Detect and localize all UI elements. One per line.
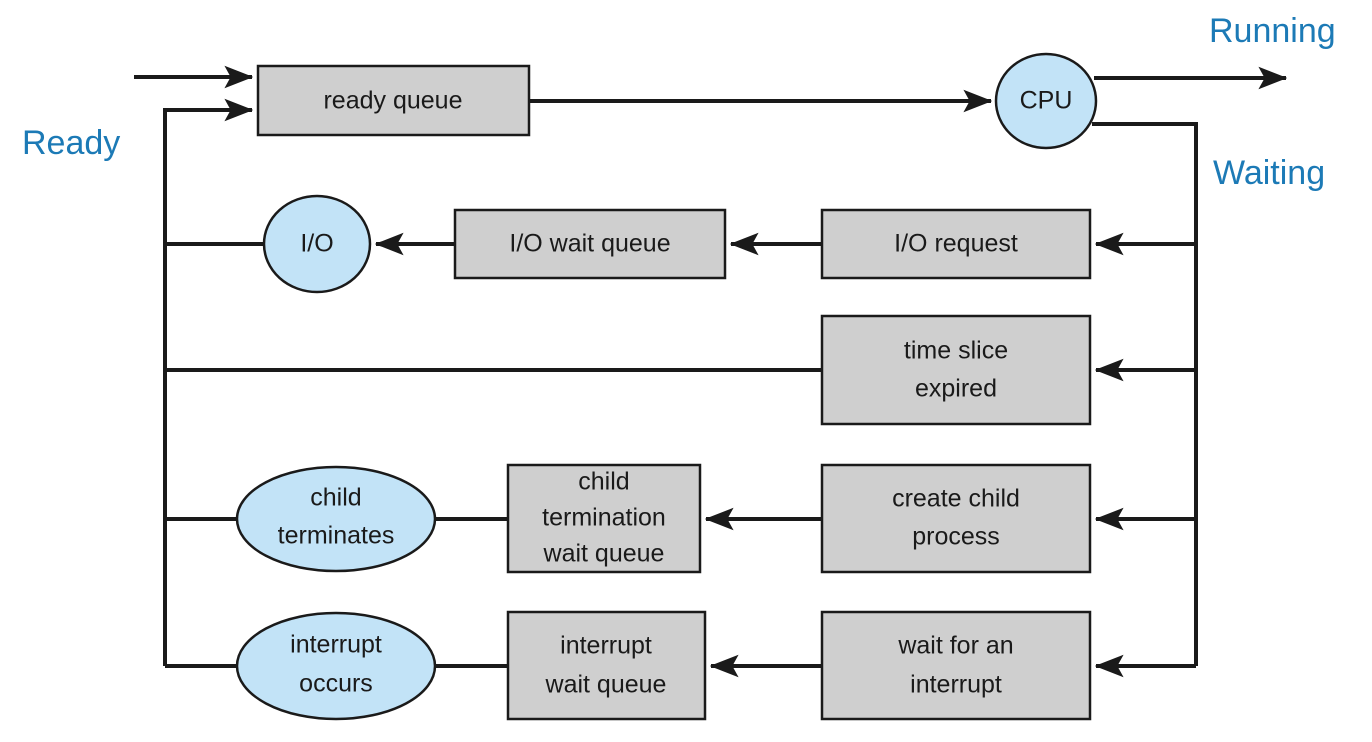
process-state-diagram: ready queue CPU I/O I/O wait queue I/O r…	[0, 0, 1372, 742]
node-wait-for-an-interrupt-label-line2: interrupt	[910, 671, 1002, 699]
node-interrupt-wait-queue-label-line2: wait queue	[545, 671, 667, 699]
node-interrupt-wait-queue-label-line1: interrupt	[560, 632, 652, 660]
edge-layer	[134, 65, 1288, 678]
edge-ready-feedback-trunk	[163, 108, 252, 666]
node-interrupt-occurs-label-line1: interrupt	[290, 631, 382, 659]
node-create-child-process-label-line2: process	[912, 523, 1000, 551]
node-interrupt-occurs-label-line2: occurs	[299, 670, 373, 698]
node-io-wait-queue[interactable]: I/O wait queue	[453, 208, 727, 280]
node-cpu-label: CPU	[1020, 87, 1073, 115]
node-interrupt-occurs[interactable]: interrupt occurs	[235, 611, 437, 721]
node-child-terminates[interactable]: child terminates	[235, 465, 437, 573]
node-io-label: I/O	[300, 230, 333, 258]
node-time-slice-expired[interactable]: time slice expired	[820, 314, 1092, 426]
node-io[interactable]: I/O	[262, 194, 372, 294]
node-interrupt-wait-queue[interactable]: interrupt wait queue	[506, 610, 707, 721]
node-create-child-process-label-line1: create child	[892, 485, 1020, 513]
node-child-termination-wait-queue[interactable]: child termination wait queue	[506, 463, 702, 574]
node-child-terminates-label-line2: terminates	[278, 522, 395, 550]
node-time-slice-expired-label-line2: expired	[915, 375, 997, 403]
node-child-termination-wait-queue-label-line3: wait queue	[543, 540, 665, 568]
state-label-ready: Ready	[22, 124, 120, 162]
diagram-canvas: ready queue CPU I/O I/O wait queue I/O r…	[22, 12, 1336, 721]
edge-waiting-trunk	[1092, 122, 1198, 666]
node-time-slice-expired-label-line1: time slice	[904, 337, 1008, 365]
node-create-child-process[interactable]: create child process	[820, 463, 1092, 574]
node-io-request[interactable]: I/O request	[820, 208, 1092, 280]
node-wait-for-an-interrupt-label-line1: wait for an	[897, 632, 1013, 660]
node-ready-queue-label: ready queue	[323, 87, 462, 115]
state-label-running: Running	[1209, 12, 1336, 50]
node-ready-queue[interactable]: ready queue	[256, 64, 531, 137]
node-wait-for-an-interrupt[interactable]: wait for an interrupt	[820, 610, 1092, 721]
node-io-request-label: I/O request	[894, 230, 1018, 258]
node-child-termination-wait-queue-label-line2: termination	[542, 504, 666, 532]
node-io-wait-queue-label: I/O wait queue	[509, 230, 670, 258]
node-layer: ready queue CPU I/O I/O wait queue I/O r…	[235, 52, 1098, 721]
node-child-terminates-label-line1: child	[310, 484, 361, 512]
node-child-termination-wait-queue-label-line1: child	[578, 468, 629, 496]
state-label-waiting: Waiting	[1213, 154, 1325, 192]
node-cpu[interactable]: CPU	[994, 52, 1098, 150]
